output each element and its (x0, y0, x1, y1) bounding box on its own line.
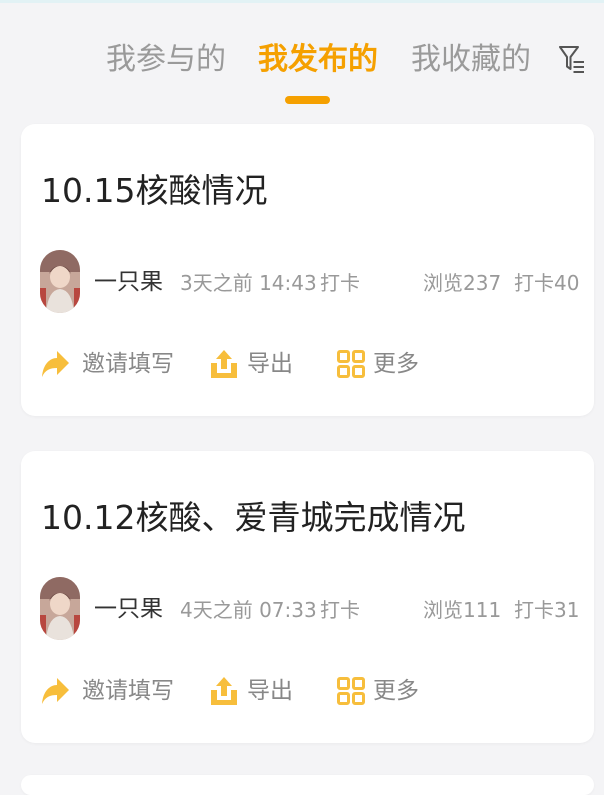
avatar (40, 577, 80, 640)
export-label: 导出 (247, 351, 293, 377)
checkin-count: 打卡31 (514, 598, 580, 622)
tab-favorited[interactable]: 我收藏的 (411, 38, 531, 82)
checkin-count: 打卡40 (514, 271, 580, 295)
view-count: 浏览111 (423, 598, 502, 622)
post-time: 4天之前 07:33 (180, 598, 317, 622)
grid-more-icon (337, 677, 365, 705)
tab-participated[interactable]: 我参与的 (106, 38, 226, 82)
post-time: 3天之前 14:43 (180, 271, 317, 295)
post-card[interactable]: 10.12核酸、爱青城完成情况 一只果 4天之前 07:33 打卡 浏览111 … (21, 451, 594, 743)
tab-bar: 我参与的 我发布的 我收藏的 (0, 0, 604, 118)
export-upload-icon (211, 677, 237, 705)
tab-published[interactable]: 我发布的 (258, 38, 378, 82)
share-arrow-icon (42, 351, 69, 377)
post-card[interactable]: 10.15核酸情况 一只果 3天之前 14:43 打卡 浏览237 打卡40 邀… (21, 124, 594, 416)
active-tab-indicator (285, 96, 330, 104)
post-type: 打卡 (320, 271, 360, 295)
grid-more-icon (337, 350, 365, 378)
filter-list-icon[interactable] (559, 45, 585, 75)
post-title[interactable]: 10.15核酸情况 (41, 170, 267, 212)
more-label: 更多 (373, 678, 419, 704)
share-arrow-icon (42, 678, 69, 704)
author-name: 一只果 (94, 596, 163, 622)
avatar (40, 250, 80, 313)
more-label: 更多 (373, 351, 419, 377)
author-name: 一只果 (94, 269, 163, 295)
invite-fill-label: 邀请填写 (82, 351, 174, 377)
post-card-partial[interactable] (21, 775, 594, 795)
post-title[interactable]: 10.12核酸、爱青城完成情况 (41, 497, 465, 539)
export-label: 导出 (247, 678, 293, 704)
post-type: 打卡 (320, 598, 360, 622)
view-count: 浏览237 (423, 271, 502, 295)
invite-fill-label: 邀请填写 (82, 678, 174, 704)
export-upload-icon (211, 350, 237, 378)
